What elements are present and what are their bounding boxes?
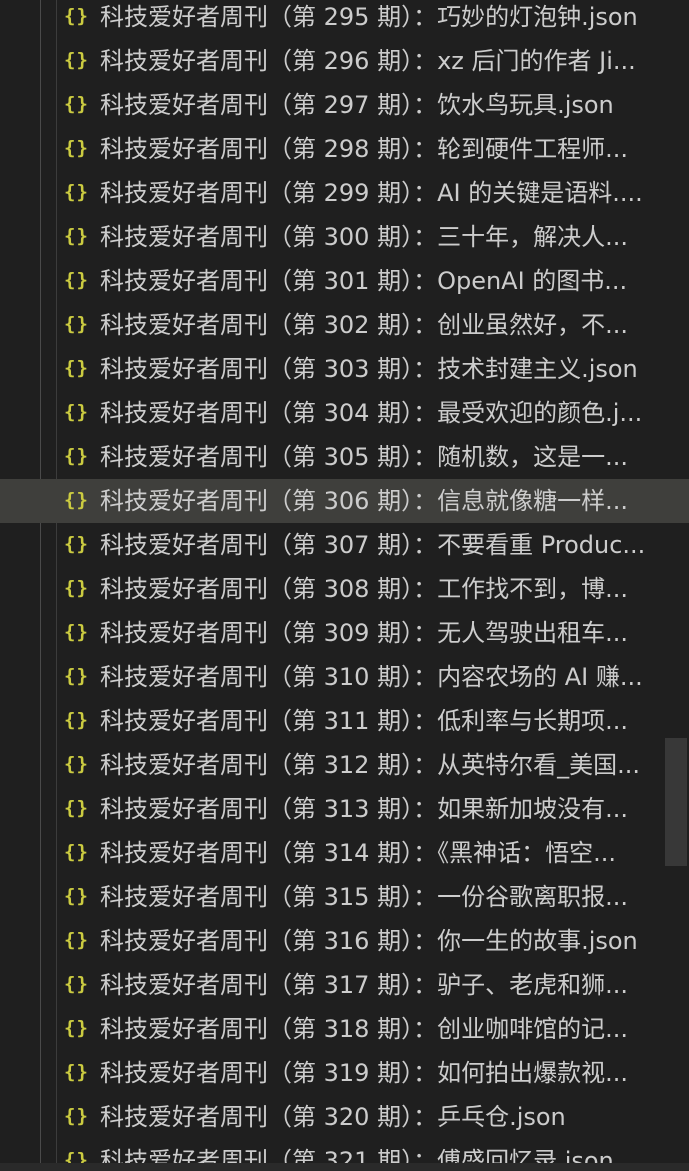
file-item[interactable]: {} 科技爱好者周刊（第 299 期）：AI 的关键是语料.... — [0, 171, 689, 215]
file-item[interactable]: {} 科技爱好者周刊（第 308 期）：工作找不到，博... — [0, 567, 689, 611]
json-braces-icon: {} — [64, 489, 89, 511]
file-item[interactable]: {} 科技爱好者周刊（第 307 期）：不要看重 Produc... — [0, 523, 689, 567]
file-name: 科技爱好者周刊（第 313 期）：如果新加坡没有... — [100, 795, 628, 823]
json-braces-icon: {} — [64, 533, 89, 555]
json-braces-icon: {} — [64, 621, 89, 643]
file-name: 科技爱好者周刊（第 310 期）：内容农场的 AI 赚... — [100, 663, 643, 691]
file-name: 科技爱好者周刊（第 315 期）：一份谷歌离职报... — [100, 883, 628, 911]
file-item[interactable]: {} 科技爱好者周刊（第 295 期）：巧妙的灯泡钟.json — [0, 0, 689, 39]
json-braces-icon: {} — [64, 181, 89, 203]
file-item[interactable]: {} 科技爱好者周刊（第 297 期）：饮水鸟玩具.json — [0, 83, 689, 127]
json-braces-icon: {} — [64, 929, 89, 951]
file-item[interactable]: {} 科技爱好者周刊（第 304 期）：最受欢迎的颜色.j... — [0, 391, 689, 435]
file-name: 科技爱好者周刊（第 300 期）：三十年，解决人... — [100, 223, 628, 251]
file-item[interactable]: {} 科技爱好者周刊（第 313 期）：如果新加坡没有... — [0, 787, 689, 831]
file-item[interactable]: {} 科技爱好者周刊（第 318 期）：创业咖啡馆的记... — [0, 1007, 689, 1051]
json-braces-icon: {} — [64, 93, 89, 115]
file-name: 科技爱好者周刊（第 295 期）：巧妙的灯泡钟.json — [100, 3, 638, 31]
file-name: 科技爱好者周刊（第 301 期）：OpenAI 的图书... — [100, 267, 628, 295]
json-braces-icon: {} — [64, 577, 89, 599]
file-item[interactable]: {} 科技爱好者周刊（第 306 期）：信息就像糖一样... — [0, 479, 689, 523]
file-item[interactable]: {} 科技爱好者周刊（第 298 期）：轮到硬件工程师... — [0, 127, 689, 171]
file-name: 科技爱好者周刊（第 299 期）：AI 的关键是语料.... — [100, 179, 643, 207]
file-name: 科技爱好者周刊（第 317 期）：驴子、老虎和狮... — [100, 971, 628, 999]
file-name: 科技爱好者周刊（第 316 期）：你一生的故事.json — [100, 927, 638, 955]
json-braces-icon: {} — [64, 1017, 89, 1039]
file-name: 科技爱好者周刊（第 320 期）：乒乓仓.json — [100, 1103, 566, 1131]
file-name: 科技爱好者周刊（第 312 期）：从英特尔看_美国... — [100, 751, 640, 779]
json-braces-icon: {} — [64, 753, 89, 775]
file-item[interactable]: {} 科技爱好者周刊（第 303 期）：技术封建主义.json — [0, 347, 689, 391]
file-item[interactable]: {} 科技爱好者周刊（第 319 期）：如何拍出爆款视... — [0, 1051, 689, 1095]
file-name: 科技爱好者周刊（第 303 期）：技术封建主义.json — [100, 355, 638, 383]
file-item[interactable]: {} 科技爱好者周刊（第 300 期）：三十年，解决人... — [0, 215, 689, 259]
file-item[interactable]: {} 科技爱好者周刊（第 310 期）：内容农场的 AI 赚... — [0, 655, 689, 699]
file-item[interactable]: {} 科技爱好者周刊（第 315 期）：一份谷歌离职报... — [0, 875, 689, 919]
json-braces-icon: {} — [64, 357, 89, 379]
file-name: 科技爱好者周刊（第 307 期）：不要看重 Produc... — [100, 531, 646, 559]
file-item[interactable]: {} 科技爱好者周刊（第 316 期）：你一生的故事.json — [0, 919, 689, 963]
file-name: 科技爱好者周刊（第 311 期）：低利率与长期项... — [100, 707, 628, 735]
file-name: 科技爱好者周刊（第 297 期）：饮水鸟玩具.json — [100, 91, 614, 119]
json-braces-icon: {} — [64, 401, 89, 423]
json-braces-icon: {} — [64, 225, 89, 247]
file-name: 科技爱好者周刊（第 308 期）：工作找不到，博... — [100, 575, 628, 603]
file-list: {} 科技爱好者周刊（第 295 期）：巧妙的灯泡钟.json {} 科技爱好者周刊（… — [0, 0, 689, 1171]
file-name: 科技爱好者周刊（第 319 期）：如何拍出爆款视... — [100, 1059, 628, 1087]
file-item[interactable]: {} 科技爱好者周刊（第 312 期）：从英特尔看_美国... — [0, 743, 689, 787]
json-braces-icon: {} — [64, 797, 89, 819]
vertical-scrollbar-thumb[interactable] — [665, 738, 687, 866]
file-item[interactable]: {} 科技爱好者周刊（第 296 期）：xz 后门的作者 Ji... — [0, 39, 689, 83]
file-name: 科技爱好者周刊（第 304 期）：最受欢迎的颜色.j... — [100, 399, 643, 427]
file-name: 科技爱好者周刊（第 305 期）：随机数，这是一... — [100, 443, 628, 471]
file-name: 科技爱好者周刊（第 302 期）：创业虽然好，不... — [100, 311, 628, 339]
file-name: 科技爱好者周刊（第 314 期）：《黑神话：悟空... — [100, 839, 616, 867]
file-name: 科技爱好者周刊（第 296 期）：xz 后门的作者 Ji... — [100, 47, 636, 75]
file-item[interactable]: {} 科技爱好者周刊（第 302 期）：创业虽然好，不... — [0, 303, 689, 347]
file-item[interactable]: {} 科技爱好者周刊（第 309 期）：无人驾驶出租车... — [0, 611, 689, 655]
json-braces-icon: {} — [64, 841, 89, 863]
file-item[interactable]: {} 科技爱好者周刊（第 311 期）：低利率与长期项... — [0, 699, 689, 743]
json-braces-icon: {} — [64, 885, 89, 907]
json-braces-icon: {} — [64, 973, 89, 995]
file-name: 科技爱好者周刊（第 309 期）：无人驾驶出租车... — [100, 619, 628, 647]
file-item[interactable]: {} 科技爱好者周刊（第 301 期）：OpenAI 的图书... — [0, 259, 689, 303]
file-item[interactable]: {} 科技爱好者周刊（第 314 期）：《黑神话：悟空... — [0, 831, 689, 875]
json-braces-icon: {} — [64, 269, 89, 291]
json-braces-icon: {} — [64, 1105, 89, 1127]
file-explorer: {} 科技爱好者周刊（第 295 期）：巧妙的灯泡钟.json {} 科技爱好者周刊（… — [0, 0, 689, 1171]
json-braces-icon: {} — [64, 313, 89, 335]
file-item[interactable]: {} 科技爱好者周刊（第 305 期）：随机数，这是一... — [0, 435, 689, 479]
json-braces-icon: {} — [64, 5, 89, 27]
json-braces-icon: {} — [64, 137, 89, 159]
file-name: 科技爱好者周刊（第 298 期）：轮到硬件工程师... — [100, 135, 628, 163]
file-item[interactable]: {} 科技爱好者周刊（第 320 期）：乒乓仓.json — [0, 1095, 689, 1139]
file-name: 科技爱好者周刊（第 306 期）：信息就像糖一样... — [100, 487, 628, 515]
file-item[interactable]: {} 科技爱好者周刊（第 317 期）：驴子、老虎和狮... — [0, 963, 689, 1007]
file-name: 科技爱好者周刊（第 318 期）：创业咖啡馆的记... — [100, 1015, 628, 1043]
json-braces-icon: {} — [64, 49, 89, 71]
json-braces-icon: {} — [64, 709, 89, 731]
panel-bottom-edge — [0, 1163, 689, 1171]
json-braces-icon: {} — [64, 1061, 89, 1083]
json-braces-icon: {} — [64, 445, 89, 467]
json-braces-icon: {} — [64, 665, 89, 687]
